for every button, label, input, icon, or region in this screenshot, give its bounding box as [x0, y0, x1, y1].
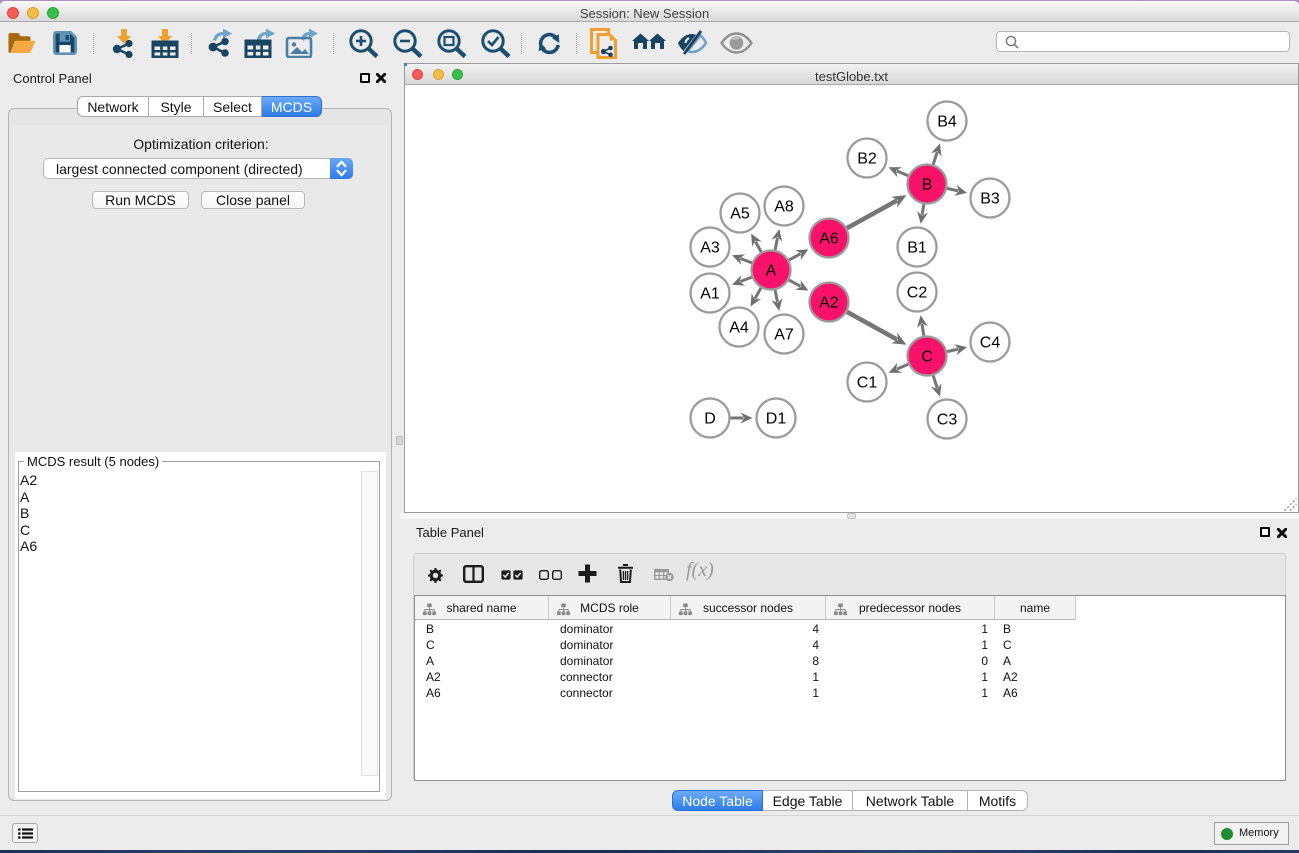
- svg-text:C1: C1: [857, 375, 878, 392]
- svg-text:C4: C4: [980, 335, 1001, 352]
- svg-text:D1: D1: [766, 411, 787, 428]
- svg-text:C3: C3: [937, 412, 958, 429]
- svg-text:A4: A4: [729, 320, 749, 337]
- svg-text:A: A: [766, 263, 777, 280]
- svg-text:C2: C2: [907, 285, 928, 302]
- svg-text:A3: A3: [700, 240, 720, 257]
- svg-text:D: D: [704, 411, 716, 428]
- svg-text:B3: B3: [980, 191, 1000, 208]
- svg-text:A8: A8: [774, 199, 794, 216]
- svg-text:A5: A5: [730, 206, 750, 223]
- svg-text:A6: A6: [819, 231, 839, 248]
- svg-text:C: C: [921, 349, 933, 366]
- svg-text:A1: A1: [700, 286, 720, 303]
- svg-text:A2: A2: [819, 295, 839, 312]
- svg-text:B4: B4: [937, 114, 957, 131]
- svg-text:B2: B2: [857, 151, 877, 168]
- svg-text:B1: B1: [907, 240, 927, 257]
- svg-text:B: B: [922, 177, 933, 194]
- svg-text:A7: A7: [774, 327, 794, 344]
